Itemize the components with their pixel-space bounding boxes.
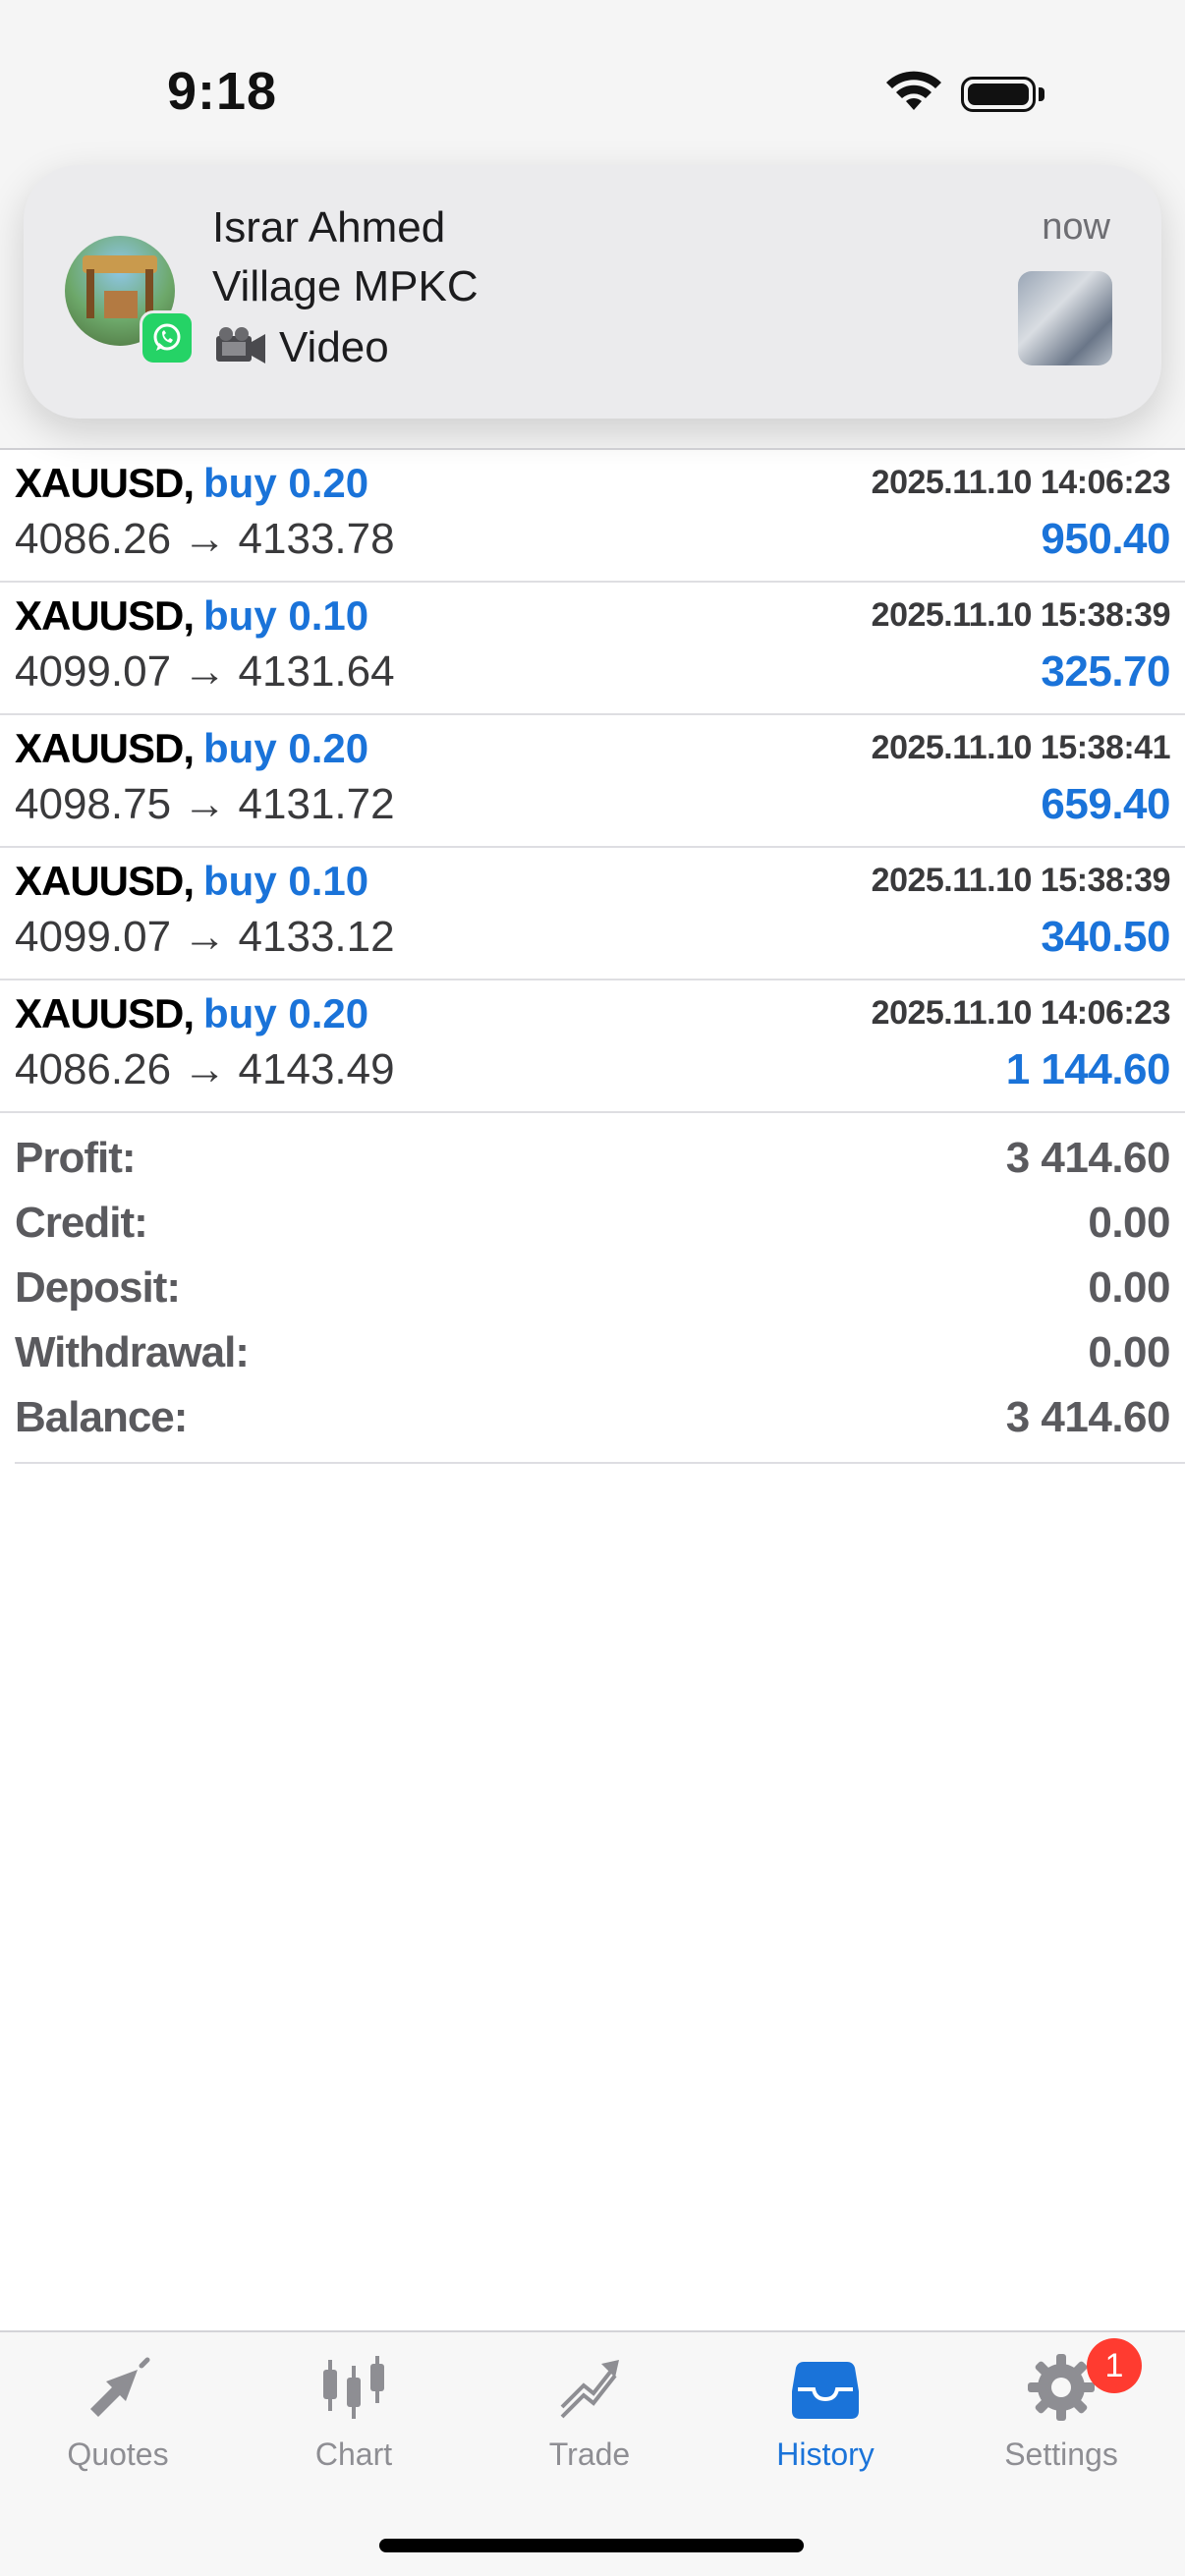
arrow-icon: →	[183, 913, 227, 961]
video-thumbnail	[1018, 271, 1112, 365]
deal-close-price: 4133.78	[238, 515, 395, 563]
summary-row-balance: Balance: 3 414.60	[0, 1389, 1185, 1454]
tab-settings[interactable]: Settings	[943, 2332, 1179, 2490]
tab-label: Trade	[548, 2436, 631, 2472]
deal-open-price: 4098.75	[15, 780, 172, 828]
deal-time: 2025.11.10 15:38:39	[871, 862, 1171, 899]
deal-row[interactable]: XAUUSD, buy 0.20 2025.11.10 14:06:23 4086…	[0, 980, 1185, 1113]
deal-row[interactable]: XAUUSD, buy 0.20 2025.11.10 14:06:23 4086…	[0, 450, 1185, 583]
video-camera-icon	[216, 327, 265, 364]
summary-value: 3 414.60	[1005, 1393, 1171, 1441]
deal-row[interactable]: XAUUSD, buy 0.10 2025.11.10 15:38:39 4099…	[0, 583, 1185, 715]
deal-profit: 340.50	[1041, 913, 1170, 961]
deal-type: buy 0.20	[203, 460, 369, 506]
history-icon	[792, 2362, 859, 2419]
tab-label: Settings	[1004, 2436, 1118, 2472]
status-time: 9:18	[167, 62, 278, 121]
summary-value: 0.00	[1088, 1328, 1170, 1376]
home-indicator[interactable]	[379, 2539, 804, 2552]
tab-label: Quotes	[67, 2436, 169, 2472]
deal-profit: 950.40	[1041, 515, 1170, 563]
deal-symbol: XAUUSD,	[15, 858, 195, 904]
deal-symbol: XAUUSD,	[15, 460, 195, 506]
deal-type: buy 0.20	[203, 990, 369, 1036]
settings-badge: 1	[1087, 2338, 1142, 2393]
notification-group: Village MPKC	[212, 262, 479, 310]
deal-open-price: 4086.26	[15, 1045, 172, 1093]
deal-open-price: 4099.07	[15, 647, 172, 696]
deal-type: buy 0.20	[203, 725, 369, 771]
summary-value: 0.00	[1088, 1263, 1170, 1312]
summary-divider	[15, 1462, 1185, 1464]
wifi-icon	[886, 71, 941, 110]
deal-time: 2025.11.10 14:06:23	[871, 994, 1171, 1032]
tab-chart[interactable]: Chart	[236, 2332, 472, 2490]
notification-banner[interactable]: Israr Ahmed Village MPKC Video now	[24, 165, 1161, 419]
deal-symbol: XAUUSD,	[15, 725, 195, 771]
deal-time: 2025.11.10 14:06:23	[871, 464, 1171, 501]
summary-row-credit: Credit: 0.00	[0, 1195, 1185, 1260]
deal-open-price: 4086.26	[15, 515, 172, 563]
tab-history[interactable]: History	[707, 2332, 943, 2490]
quotes-icon	[90, 2357, 150, 2417]
notification-message: Video	[212, 318, 389, 377]
deal-type: buy 0.10	[203, 858, 369, 904]
status-bar: 9:18	[0, 0, 1185, 147]
deal-profit: 1 144.60	[1005, 1045, 1171, 1093]
battery-nub	[1039, 87, 1044, 101]
battery-icon	[961, 77, 1036, 112]
tab-label: History	[776, 2436, 875, 2472]
summary-label: Withdrawal:	[15, 1328, 250, 1376]
deal-row[interactable]: XAUUSD, buy 0.10 2025.11.10 15:38:39 4099…	[0, 848, 1185, 980]
deal-close-price: 4131.72	[238, 780, 395, 828]
summary-label: Credit:	[15, 1199, 148, 1247]
arrow-icon: →	[183, 780, 227, 828]
arrow-icon: →	[183, 1045, 227, 1093]
deal-profit: 325.70	[1041, 647, 1170, 696]
deal-time: 2025.11.10 15:38:39	[871, 596, 1171, 634]
deal-type: buy 0.10	[203, 592, 369, 639]
summary-row-deposit: Deposit: 0.00	[0, 1260, 1185, 1324]
summary-label: Balance:	[15, 1393, 188, 1441]
deal-close-price: 4133.12	[238, 913, 395, 961]
tab-trade[interactable]: Trade	[472, 2332, 707, 2490]
notification-sender: Israr Ahmed	[212, 203, 446, 252]
arrow-icon: →	[183, 647, 227, 696]
tab-quotes[interactable]: Quotes	[0, 2332, 236, 2490]
chart-icon	[323, 2356, 384, 2419]
deal-symbol: XAUUSD,	[15, 990, 195, 1036]
deal-row[interactable]: XAUUSD, buy 0.20 2025.11.10 15:38:41 4098…	[0, 715, 1185, 848]
deal-close-price: 4143.49	[238, 1045, 395, 1093]
tab-label: Chart	[314, 2436, 393, 2472]
deal-profit: 659.40	[1041, 780, 1170, 828]
deal-time: 2025.11.10 15:38:41	[871, 729, 1171, 766]
summary-row-profit: Profit: 3 414.60	[0, 1130, 1185, 1195]
trade-icon	[560, 2360, 619, 2419]
deal-symbol: XAUUSD,	[15, 592, 195, 639]
summary-label: Deposit:	[15, 1263, 181, 1312]
notification-message-text: Video	[279, 323, 389, 371]
summary-row-withdrawal: Withdrawal: 0.00	[0, 1324, 1185, 1389]
summary-label: Profit:	[15, 1134, 137, 1182]
summary-value: 3 414.60	[1005, 1134, 1171, 1182]
deal-close-price: 4131.64	[238, 647, 395, 696]
deal-open-price: 4099.07	[15, 913, 172, 961]
summary-value: 0.00	[1088, 1199, 1170, 1247]
account-summary: Profit: 3 414.60 Credit: 0.00 Deposit: 0…	[0, 1130, 1185, 1454]
whatsapp-icon	[140, 310, 195, 365]
notification-time: now	[1042, 206, 1110, 248]
arrow-icon: →	[183, 515, 227, 563]
